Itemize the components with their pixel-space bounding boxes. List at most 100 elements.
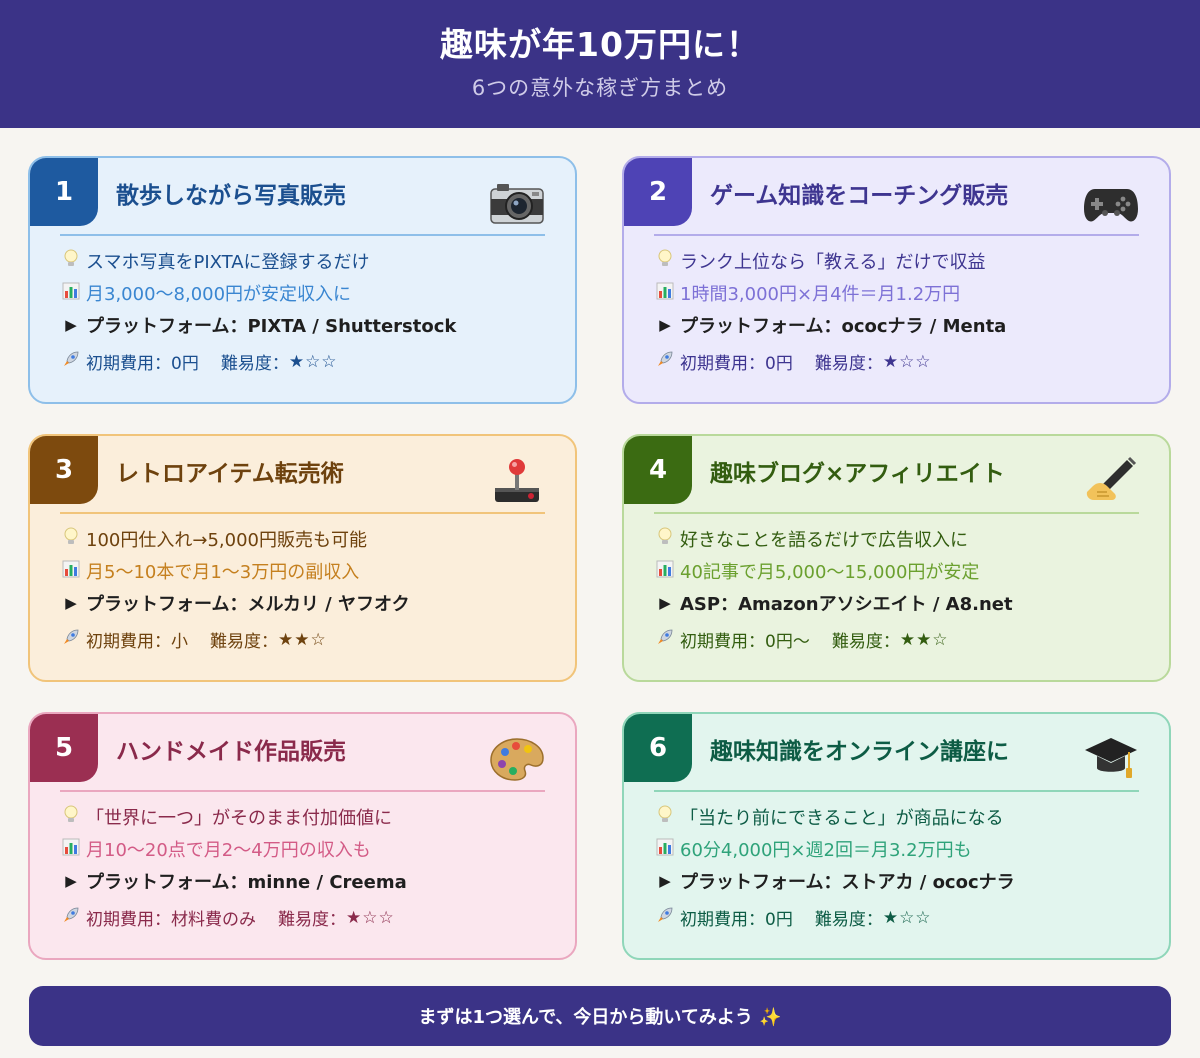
card-meta: 初期費用：0円〜 難易度： ★★☆ <box>654 627 949 652</box>
method-card-4: 4 趣味ブログ×アフィリエイト 好きなことを語るだけで広告収入に 40記事で月5… <box>622 434 1171 682</box>
card-tip-text: 100円仕入れ→5,000円販売も可能 <box>86 530 367 551</box>
header-banner: 趣味が年10万円に！ 6つの意外な稼ぎ方まとめ <box>0 0 1200 128</box>
card-platform-text: ASP：Amazonアソシエイト / A8.net <box>680 594 1013 615</box>
difficulty-stars: ★☆☆ <box>288 351 338 372</box>
rocket-icon <box>60 906 82 929</box>
card-number-badge: 4 <box>624 436 692 504</box>
card-divider <box>60 512 545 514</box>
call-to-action-banner: まずは1つ選んで、今日から動いてみよう ✨ <box>29 986 1171 1046</box>
card-tip: 「世界に一つ」がそのまま付加価値に <box>60 804 392 830</box>
bar-chart-icon <box>654 282 676 305</box>
card-platform-text: プラットフォーム：minne / Creema <box>86 872 407 893</box>
card-difficulty-label: 難易度： <box>814 354 883 374</box>
joystick-icon <box>489 456 545 506</box>
card-tip-text: スマホ写真をPIXTAに登録するだけ <box>86 252 370 273</box>
card-income-text: 月10〜20点で月2〜4万円の収入も <box>86 840 371 861</box>
card-tip-text: 「当たり前にできること」が商品になる <box>680 808 1004 829</box>
call-to-action-text: まずは1つ選んで、今日から動いてみよう ✨ <box>418 1007 782 1028</box>
card-cost: 初期費用：0円 <box>680 910 793 930</box>
difficulty-stars: ★★☆ <box>899 629 949 650</box>
card-income-text: 60分4,000円×週2回＝月3.2万円も <box>680 840 972 861</box>
card-meta: 初期費用：材料費のみ 難易度： ★☆☆ <box>60 905 395 930</box>
card-tip-text: 「世界に一つ」がそのまま付加価値に <box>86 808 392 829</box>
lightbulb-icon <box>654 805 676 830</box>
card-difficulty-label: 難易度： <box>814 910 883 930</box>
triangle-right-icon: ▶ <box>65 594 77 612</box>
difficulty-stars: ★☆☆ <box>882 351 932 372</box>
lightbulb-icon <box>654 249 676 274</box>
card-divider <box>60 234 545 236</box>
card-cost: 初期費用：0円〜 <box>680 632 810 652</box>
card-meta: 初期費用：0円 難易度： ★☆☆ <box>60 349 338 374</box>
card-income: 月3,000〜8,000円が安定収入に <box>60 280 351 306</box>
card-platform-text: プラットフォーム：ストアカ / ococナラ <box>680 872 1015 893</box>
palette-icon <box>489 734 545 784</box>
card-title: 趣味知識をオンライン講座に <box>710 739 1009 765</box>
method-card-3: 3 レトロアイテム転売術 100円仕入れ→5,000円販売も可能 月5〜10本で… <box>28 434 577 682</box>
card-number-badge: 5 <box>30 714 98 782</box>
rocket-icon <box>654 350 676 373</box>
card-title: ゲーム知識をコーチング販売 <box>710 183 1009 209</box>
card-income: 月10〜20点で月2〜4万円の収入も <box>60 836 371 862</box>
card-income: 1時間3,000円×月4件＝月1.2万円 <box>654 280 960 306</box>
card-title: ハンドメイド作品販売 <box>116 739 346 765</box>
card-meta: 初期費用：0円 難易度： ★☆☆ <box>654 905 932 930</box>
bar-chart-icon <box>60 838 82 861</box>
card-platform: ▶ プラットフォーム：ストアカ / ococナラ <box>654 868 1015 894</box>
card-income: 60分4,000円×週2回＝月3.2万円も <box>654 836 972 862</box>
card-cost: 初期費用：小 <box>86 632 188 652</box>
card-tip-text: 好きなことを語るだけで広告収入に <box>680 530 968 551</box>
bar-chart-icon <box>654 838 676 861</box>
lightbulb-icon <box>60 249 82 274</box>
card-difficulty-label: 難易度： <box>210 632 278 652</box>
card-title: 散歩しながら写真販売 <box>116 183 346 209</box>
card-divider <box>654 234 1139 236</box>
card-platform: ▶ ASP：Amazonアソシエイト / A8.net <box>654 590 1013 616</box>
rocket-icon <box>60 350 82 373</box>
card-meta: 初期費用：小 難易度： ★★☆ <box>60 627 327 652</box>
card-difficulty-label: 難易度： <box>220 354 289 374</box>
card-income: 月5〜10本で月1〜3万円の副収入 <box>60 558 359 584</box>
rocket-icon <box>654 906 676 929</box>
card-number-badge: 6 <box>624 714 692 782</box>
card-platform-text: プラットフォーム：メルカリ / ヤフオク <box>86 594 410 615</box>
page-title: 趣味が年10万円に！ <box>440 25 760 64</box>
card-income-text: 40記事で月5,000〜15,000円が安定 <box>680 562 980 583</box>
card-platform-text: プラットフォーム：ococナラ / Menta <box>680 316 1007 337</box>
bar-chart-icon <box>654 560 676 583</box>
card-title: 趣味ブログ×アフィリエイト <box>710 461 1005 487</box>
card-cost: 初期費用：0円 <box>680 354 793 374</box>
lightbulb-icon <box>60 527 82 552</box>
card-divider <box>654 790 1139 792</box>
triangle-right-icon: ▶ <box>65 316 77 334</box>
card-difficulty-label: 難易度： <box>278 910 346 930</box>
card-meta: 初期費用：0円 難易度： ★☆☆ <box>654 349 932 374</box>
card-number-badge: 2 <box>624 158 692 226</box>
card-platform: ▶ プラットフォーム：メルカリ / ヤフオク <box>60 590 410 616</box>
difficulty-stars: ★☆☆ <box>882 907 932 928</box>
difficulty-stars: ★☆☆ <box>346 907 395 928</box>
card-income-text: 1時間3,000円×月4件＝月1.2万円 <box>680 284 961 305</box>
card-difficulty-label: 難易度： <box>831 632 900 652</box>
method-card-2: 2 ゲーム知識をコーチング販売 ランク上位なら「教える」だけで収益 1時間3,0… <box>622 156 1171 404</box>
card-number-badge: 1 <box>30 158 98 226</box>
card-tip-text: ランク上位なら「教える」だけで収益 <box>680 252 986 273</box>
difficulty-stars: ★★☆ <box>278 629 327 650</box>
triangle-right-icon: ▶ <box>659 594 671 612</box>
card-tip: 100円仕入れ→5,000円販売も可能 <box>60 526 367 552</box>
camera-icon <box>489 178 545 228</box>
card-number-badge: 3 <box>30 436 98 504</box>
card-tip: 「当たり前にできること」が商品になる <box>654 804 1004 830</box>
method-card-6: 6 趣味知識をオンライン講座に 「当たり前にできること」が商品になる 60分4,… <box>622 712 1171 960</box>
card-tip: 好きなことを語るだけで広告収入に <box>654 526 968 552</box>
bar-chart-icon <box>60 282 82 305</box>
card-divider <box>654 512 1139 514</box>
card-tip: スマホ写真をPIXTAに登録するだけ <box>60 248 370 274</box>
card-cost: 初期費用：材料費のみ <box>86 910 256 930</box>
triangle-right-icon: ▶ <box>65 872 77 890</box>
method-card-5: 5 ハンドメイド作品販売 「世界に一つ」がそのまま付加価値に 月10〜20点で月… <box>28 712 577 960</box>
card-income: 40記事で月5,000〜15,000円が安定 <box>654 558 979 584</box>
card-title: レトロアイテム転売術 <box>116 461 344 487</box>
rocket-icon <box>60 628 82 651</box>
graduation-cap-icon <box>1083 734 1139 784</box>
